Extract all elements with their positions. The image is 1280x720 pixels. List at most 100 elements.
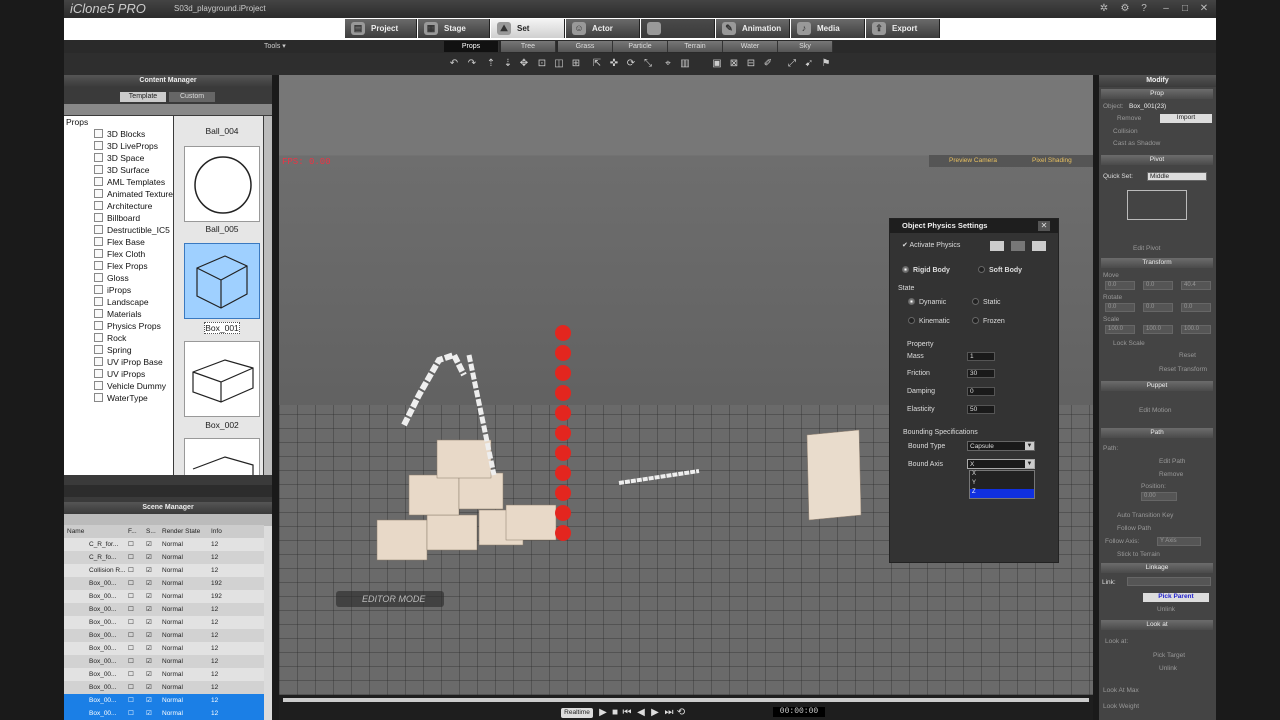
rigid-body-radio[interactable]: Rigid Body <box>902 266 950 274</box>
axis-option-z[interactable]: Z <box>970 489 1034 498</box>
tree-item[interactable]: Vehicle Dummy <box>94 380 166 392</box>
edit-motion-button[interactable]: Edit Motion <box>1139 407 1172 414</box>
tree-item[interactable]: Physics Props <box>94 320 161 332</box>
freeze-checkbox[interactable]: ☐ <box>128 538 134 551</box>
show-checkbox[interactable]: ☑ <box>146 564 152 577</box>
show-checkbox[interactable]: ☑ <box>146 590 152 603</box>
show-checkbox[interactable]: ☑ <box>146 577 152 590</box>
thumb-box-002[interactable] <box>184 341 260 417</box>
section-pivot[interactable]: Pivot <box>1101 155 1213 165</box>
show-checkbox[interactable]: ☑ <box>146 551 152 564</box>
tree-item[interactable]: UV iProps <box>94 368 145 380</box>
position-input[interactable]: 0.00 <box>1141 492 1177 501</box>
scene-row[interactable]: Box_00... ☐ ☑ Normal 12 <box>64 642 264 655</box>
tab-set[interactable]: ⛰ Set <box>491 19 565 38</box>
show-checkbox[interactable]: ☑ <box>146 603 152 616</box>
scene-row[interactable]: Box_00... ☐ ☑ Normal 12 <box>64 694 264 707</box>
scene-row[interactable]: Box_00... ☐ ☑ Normal 12 <box>64 616 264 629</box>
freeze-checkbox[interactable]: ☐ <box>128 577 134 590</box>
collision-checkbox[interactable]: Collision <box>1113 128 1138 135</box>
close-icon[interactable]: ✕ <box>1038 221 1050 231</box>
scene-row[interactable]: Box_00... ☐ ☑ Normal 12 <box>64 707 264 720</box>
scene-row[interactable]: Box_00... ☐ ☑ Normal 12 <box>64 655 264 668</box>
freeze-checkbox[interactable]: ☐ <box>128 551 134 564</box>
scene-row[interactable]: Box_00... ☐ ☑ Normal 12 <box>64 681 264 694</box>
freeze-checkbox[interactable]: ☐ <box>128 681 134 694</box>
move-down-icon[interactable]: ⇣ <box>502 58 514 70</box>
thumbnail-scrollbar[interactable] <box>264 116 272 475</box>
next-frame-icon[interactable]: ▶ <box>649 707 661 719</box>
tree-item[interactable]: 3D Surface <box>94 164 150 176</box>
move-y[interactable]: 0.0 <box>1143 281 1173 290</box>
freeze-checkbox[interactable]: ☐ <box>128 707 134 720</box>
reset-icon[interactable] <box>1032 241 1046 251</box>
soft-body-radio[interactable]: Soft Body <box>978 266 1022 274</box>
thumb-box-001[interactable] <box>184 243 260 319</box>
unlink-button[interactable]: Unlink <box>1157 606 1175 613</box>
brush-icon[interactable]: ✐ <box>762 58 774 70</box>
freeze-checkbox[interactable]: ☐ <box>128 616 134 629</box>
minimize-icon[interactable]: – <box>1160 3 1172 15</box>
freeze-checkbox[interactable]: ☐ <box>128 642 134 655</box>
link-input[interactable] <box>1127 577 1211 586</box>
quick-set-select[interactable]: Middle <box>1147 172 1207 181</box>
tree-item[interactable]: UV iProp Base <box>94 356 163 368</box>
scale-y[interactable]: 100.0 <box>1143 325 1173 334</box>
subtab-sky[interactable]: Sky <box>778 41 833 52</box>
freeze-checkbox[interactable]: ☐ <box>128 668 134 681</box>
pick-parent-button[interactable]: Pick Parent <box>1143 593 1209 602</box>
show-checkbox[interactable]: ☑ <box>146 655 152 668</box>
move-z[interactable]: 40.4 <box>1181 281 1211 290</box>
show-checkbox[interactable]: ☑ <box>146 681 152 694</box>
rotate-y[interactable]: 0.0 <box>1143 303 1173 312</box>
pivot-grid[interactable] <box>1127 190 1187 220</box>
edit-pivot-button[interactable]: Edit Pivot <box>1133 245 1160 252</box>
mass-input[interactable]: 1 <box>967 352 995 361</box>
first-frame-icon[interactable]: ⏮ <box>621 707 633 719</box>
scene-row[interactable]: C_R_for... ☐ ☑ Normal 12 <box>64 538 264 551</box>
tree-item[interactable]: Billboard <box>94 212 140 224</box>
tools-menu[interactable]: Tools ▾ <box>264 42 286 50</box>
save-icon[interactable] <box>1011 241 1025 251</box>
transform-icon[interactable]: ⤢ <box>786 58 798 70</box>
scene-row[interactable]: C_R_fo... ☐ ☑ Normal 12 <box>64 551 264 564</box>
follow-axis-select[interactable]: Y Axis <box>1157 537 1201 546</box>
freeze-checkbox[interactable]: ☐ <box>128 694 134 707</box>
section-path[interactable]: Path <box>1101 428 1213 438</box>
show-checkbox[interactable]: ☑ <box>146 629 152 642</box>
tab-template[interactable]: Template <box>120 92 166 102</box>
freeze-checkbox[interactable]: ☐ <box>128 655 134 668</box>
zoom-icon[interactable]: ⊡ <box>536 58 548 70</box>
tab-export[interactable]: ⇪ Export <box>866 19 940 38</box>
tab-project[interactable]: ▤ Project <box>345 19 417 38</box>
freeze-checkbox[interactable]: ☐ <box>128 590 134 603</box>
redo-icon[interactable]: ↷ <box>466 58 478 70</box>
pan-icon[interactable]: ✥ <box>518 58 530 70</box>
flag-icon[interactable]: ⚑ <box>820 58 832 70</box>
tab-actor[interactable]: ☺ Actor <box>566 19 640 38</box>
axis-option-x[interactable]: X <box>970 471 1034 480</box>
frame-icon[interactable]: ◫ <box>553 58 565 70</box>
rotate-icon[interactable]: ⟳ <box>625 58 637 70</box>
prev-frame-icon[interactable]: ◀ <box>635 707 647 719</box>
tab-stage[interactable]: ▦ Stage <box>418 19 490 38</box>
axis-option-y[interactable]: Y <box>970 480 1034 489</box>
tree-item[interactable]: 3D Blocks <box>94 128 145 140</box>
pick-icon[interactable]: ➹ <box>803 58 815 70</box>
show-checkbox[interactable]: ☑ <box>146 616 152 629</box>
view-icon[interactable]: ▣ <box>711 58 723 70</box>
cast-shadow-checkbox[interactable]: Cast as Shadow <box>1113 140 1160 147</box>
move-x[interactable]: 0.0 <box>1105 281 1135 290</box>
scene-row[interactable]: Box_00... ☐ ☑ Normal 12 <box>64 629 264 642</box>
tree-item[interactable]: Spring <box>94 344 132 356</box>
help-icon[interactable]: ? <box>1138 3 1150 15</box>
load-icon[interactable] <box>990 241 1004 251</box>
tree-item[interactable]: Animated Texture <box>94 188 173 200</box>
subtab-water[interactable]: Water <box>723 41 778 52</box>
scene-row[interactable]: Box_00... ☐ ☑ Normal 192 <box>64 590 264 603</box>
section-puppet[interactable]: Puppet <box>1101 381 1213 391</box>
settings-icon[interactable]: ✲ <box>1098 3 1110 15</box>
reset-button[interactable]: Reset <box>1179 352 1196 359</box>
bound-axis-select[interactable]: X ▼ <box>967 459 1035 469</box>
auto-transition-checkbox[interactable]: Auto Transition Key <box>1117 512 1173 519</box>
